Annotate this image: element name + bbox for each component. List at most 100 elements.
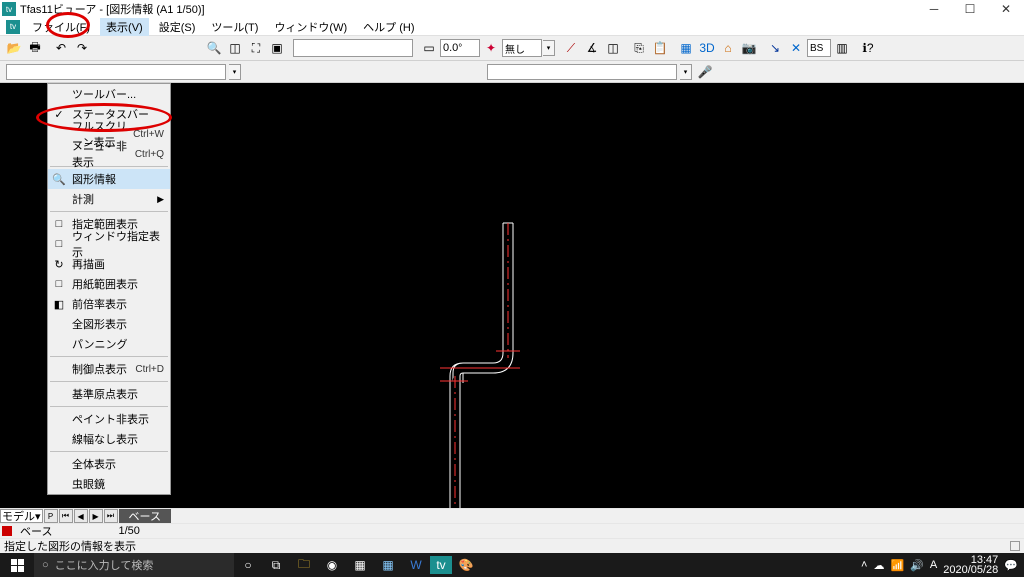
tool-arrow-icon[interactable]: ↘: [765, 38, 785, 58]
menuitem-ウィンドウ指定表示[interactable]: □ウィンドウ指定表示: [48, 234, 170, 254]
minimize-button[interactable]: ─: [916, 0, 952, 18]
nav-next-button[interactable]: ▶: [89, 509, 103, 523]
input-mid[interactable]: [487, 64, 677, 80]
tab-base-label[interactable]: ベース: [14, 523, 58, 539]
tool-window-icon[interactable]: ◫: [225, 38, 245, 58]
nav-prev-button[interactable]: ◀: [74, 509, 88, 523]
combo-none-arrow[interactable]: ▾: [543, 40, 555, 56]
menuitem-shortcut: Ctrl+Q: [135, 149, 170, 160]
tray-up-icon[interactable]: ˄: [861, 559, 867, 571]
task-app-icon[interactable]: tv: [430, 556, 452, 574]
menu-file[interactable]: ファイル(F): [26, 18, 96, 36]
task-word-icon[interactable]: W: [402, 553, 430, 577]
tray-notif-icon[interactable]: 💬: [1004, 559, 1018, 572]
menuitem-ツールバー...[interactable]: ツールバー...: [48, 84, 170, 104]
statusbar: 指定した図形の情報を表示: [0, 538, 1024, 553]
tool-model-icon[interactable]: ⌂: [718, 38, 738, 58]
menuitem-前倍率表示[interactable]: ◧前倍率表示: [48, 294, 170, 314]
status-box-icon: [1010, 541, 1020, 551]
input-left-arrow[interactable]: ▾: [229, 64, 241, 80]
tool-cam-icon[interactable]: 📷: [739, 38, 759, 58]
tool-grid-icon[interactable]: ▦: [676, 38, 696, 58]
model-combo[interactable]: モデル ▾: [0, 509, 43, 523]
tool-help-icon[interactable]: ℹ?: [858, 38, 878, 58]
menuitem-全図形表示[interactable]: 全図形表示: [48, 314, 170, 334]
menuitem-図形情報[interactable]: 🔍図形情報: [48, 169, 170, 189]
menuitem-再描画[interactable]: ↻再描画: [48, 254, 170, 274]
input-left[interactable]: [6, 64, 226, 80]
menuitem-icon: [50, 431, 68, 447]
menuitem-基準原点表示[interactable]: 基準原点表示: [48, 384, 170, 404]
menuitem-用紙範囲表示[interactable]: □用紙範囲表示: [48, 274, 170, 294]
p-button[interactable]: P: [44, 509, 58, 523]
tool-open-icon[interactable]: 📂: [4, 38, 24, 58]
menu-window[interactable]: ウィンドウ(W): [268, 18, 353, 36]
tool-compass-icon[interactable]: ✦: [481, 38, 501, 58]
menuitem-ペイント非表示[interactable]: ペイント非表示: [48, 409, 170, 429]
task-view-icon[interactable]: ⧉: [262, 553, 290, 577]
task-paint-icon[interactable]: 🎨: [452, 553, 480, 577]
task-chrome-icon[interactable]: ◉: [318, 553, 346, 577]
menuitem-icon: [50, 386, 68, 402]
tool-clip-icon[interactable]: 📋: [650, 38, 670, 58]
menuitem-icon: 🔍: [50, 171, 68, 187]
menu-view[interactable]: 表示(V): [100, 18, 149, 36]
tray-wifi-icon[interactable]: 📶: [890, 559, 904, 572]
input-mid-arrow[interactable]: ▾: [680, 64, 692, 80]
tool-fit-icon[interactable]: ⛶: [246, 38, 266, 58]
combo-none[interactable]: 無し: [502, 39, 542, 57]
task-explorer-icon[interactable]: 🗀: [290, 553, 318, 577]
tab-base[interactable]: ベース: [119, 509, 171, 523]
tool-ruler-icon[interactable]: ▭: [419, 38, 439, 58]
tool-3d-icon[interactable]: 3D: [697, 38, 717, 58]
menuitem-shortcut: Ctrl+W: [133, 129, 170, 140]
tray-clock[interactable]: 13:472020/05/28: [943, 555, 998, 575]
menu-tool[interactable]: ツール(T): [205, 18, 264, 36]
menuitem-icon: □: [50, 216, 68, 232]
task-cortana-icon[interactable]: ○: [234, 553, 262, 577]
nav-first-button[interactable]: ⏮: [59, 509, 73, 523]
taskbar-search[interactable]: ○ ここに入力して検索: [34, 553, 234, 577]
tool-prop-icon[interactable]: ▥: [832, 38, 852, 58]
task-calc-icon[interactable]: ▦: [346, 553, 374, 577]
tool-angle-icon[interactable]: ∡: [582, 38, 602, 58]
tool-undo-icon[interactable]: ↶: [51, 38, 71, 58]
menuitem-線幅なし表示[interactable]: 線幅なし表示: [48, 429, 170, 449]
menuitem-全体表示[interactable]: 全体表示: [48, 454, 170, 474]
nav-last-button[interactable]: ⏭: [104, 509, 118, 523]
tray-cloud-icon[interactable]: ☁: [873, 559, 884, 572]
tool-print-icon[interactable]: 🖶: [25, 38, 45, 58]
menu-help[interactable]: ヘルプ (H): [357, 18, 420, 36]
search-placeholder: ここに入力して検索: [55, 557, 154, 573]
maximize-button[interactable]: ☐: [952, 0, 988, 18]
tool-frame-icon[interactable]: ▣: [267, 38, 287, 58]
menuitem-パンニング[interactable]: パンニング: [48, 334, 170, 354]
combo-layer[interactable]: [293, 39, 413, 57]
start-button[interactable]: [0, 553, 34, 577]
tool-x-icon[interactable]: ✕: [786, 38, 806, 58]
system-tray: ˄ ☁ 📶 🔊 A 13:472020/05/28 💬: [861, 555, 1024, 575]
menu-settings[interactable]: 設定(S): [153, 18, 202, 36]
bottom-controls: モデル ▾ P ⏮ ◀ ▶ ⏭ ベース: [0, 508, 1024, 523]
tool-area-icon[interactable]: ◫: [603, 38, 623, 58]
menuitem-icon: [50, 411, 68, 427]
menuitem-虫眼鏡[interactable]: 虫眼鏡: [48, 474, 170, 494]
menuitem-メニュー非表示[interactable]: メニュー非表示Ctrl+Q: [48, 144, 170, 164]
tray-vol-icon[interactable]: 🔊: [910, 559, 924, 572]
menu-view-dropdown: ツールバー...✓ステータスバーフルスクリーン表示Ctrl+Wメニュー非表示Ct…: [47, 83, 171, 495]
mic-icon[interactable]: 🎤: [695, 62, 715, 82]
tray-lang[interactable]: A: [930, 559, 937, 571]
menuitem-制御点表示[interactable]: 制御点表示Ctrl+D: [48, 359, 170, 379]
close-button[interactable]: ✕: [988, 0, 1024, 18]
tab-color-icon: [2, 526, 12, 536]
tool-copy-icon[interactable]: ⎘: [629, 38, 649, 58]
menuitem-計測[interactable]: 計測▶: [48, 189, 170, 209]
tool-measure-icon[interactable]: ⟋: [561, 38, 581, 58]
combo-angle[interactable]: 0.0°: [440, 39, 480, 57]
task-grid-icon[interactable]: ▦: [374, 553, 402, 577]
tool-redo-icon[interactable]: ↷: [72, 38, 92, 58]
drawing-canvas[interactable]: ツールバー...✓ステータスバーフルスクリーン表示Ctrl+Wメニュー非表示Ct…: [0, 83, 1024, 508]
tool-zoom-icon[interactable]: 🔍: [204, 38, 224, 58]
combo-bs[interactable]: BS: [807, 39, 831, 57]
scale-label: 1/50: [118, 525, 139, 537]
